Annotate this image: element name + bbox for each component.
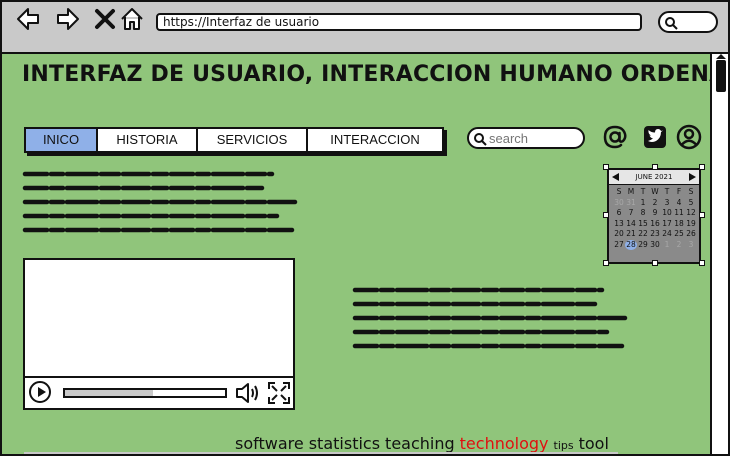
browser-toolbar: https://Interfaz de usuario	[2, 2, 728, 54]
calendar-month-label: JUNE 2021	[635, 173, 673, 181]
tag-link[interactable]: technology	[460, 434, 549, 453]
scroll-thumb[interactable]	[716, 60, 726, 92]
horizontal-scrollbar[interactable]	[24, 452, 618, 454]
back-arrow-icon[interactable]	[16, 6, 40, 32]
selection-handle	[652, 260, 658, 266]
tab-inicio[interactable]: INICO	[26, 129, 98, 151]
calendar-day[interactable]: 14	[625, 219, 637, 230]
tag-link[interactable]: tips	[554, 439, 574, 452]
calendar-day[interactable]: 6	[613, 208, 625, 219]
calendar-day[interactable]: 3	[685, 240, 697, 251]
page-title: INTERFAZ DE USUARIO, INTERACCION HUMANO …	[22, 62, 710, 87]
home-icon[interactable]	[120, 6, 144, 32]
calendar-day[interactable]: 21	[625, 229, 637, 240]
video-controls	[25, 376, 293, 408]
user-profile-icon[interactable]	[676, 124, 702, 150]
forward-arrow-icon[interactable]	[56, 6, 80, 32]
video-progress-bar[interactable]	[63, 388, 227, 398]
calendar-day[interactable]: 30	[649, 240, 661, 251]
tag-link[interactable]: teaching	[385, 434, 455, 453]
at-sign-icon[interactable]	[602, 124, 628, 150]
text-block-right	[352, 287, 630, 349]
video-player[interactable]	[23, 258, 295, 410]
selection-handle	[603, 260, 609, 266]
tag-link[interactable]: software	[235, 434, 304, 453]
calendar-weekday: M	[627, 187, 635, 196]
vertical-scrollbar[interactable]	[710, 54, 728, 454]
calendar-prev-icon[interactable]	[612, 173, 619, 181]
calendar-day[interactable]: 3	[661, 198, 673, 209]
main-nav: INICO HISTORIA SERVICIOS INTERACCION	[24, 127, 444, 153]
search-icon	[474, 133, 487, 146]
tag-link[interactable]: tool	[579, 434, 609, 453]
calendar-header: JUNE 2021	[609, 170, 699, 185]
calendar-day[interactable]: 10	[661, 208, 673, 219]
calendar-day[interactable]: 2	[649, 198, 661, 209]
volume-icon[interactable]	[235, 382, 261, 404]
selection-handle	[603, 212, 609, 218]
url-bar[interactable]: https://Interfaz de usuario	[156, 13, 642, 31]
search-input[interactable]	[489, 130, 577, 146]
calendar-day[interactable]: 20	[613, 229, 625, 240]
selection-handle	[699, 164, 705, 170]
twitter-icon[interactable]	[642, 124, 668, 150]
calendar-weekday: F	[676, 187, 682, 196]
close-icon[interactable]	[93, 6, 117, 32]
calendar-day[interactable]: 26	[685, 229, 697, 240]
calendar-day[interactable]: 27	[613, 240, 625, 251]
calendar-day[interactable]: 2	[673, 240, 685, 251]
calendar-day[interactable]: 19	[685, 219, 697, 230]
calendar-day[interactable]: 23	[649, 229, 661, 240]
calendar-widget[interactable]: JUNE 2021 S M T W T F S 30 31 1 2 3 4 5 6 7 8 9 10 11 12 13 14…	[607, 168, 701, 264]
calendar-day[interactable]: 15	[637, 219, 649, 230]
calendar-weekday: W	[651, 187, 659, 196]
scroll-up-arrow-icon[interactable]	[716, 54, 726, 59]
calendar-grid: S M T W T F S 30 31 1 2 3 4 5 6 7 8 9 10 11 12 13 14 15 16 17 18 19…	[613, 187, 697, 250]
calendar-day[interactable]: 29	[637, 240, 649, 251]
calendar-day[interactable]: 13	[613, 219, 625, 230]
search-box[interactable]	[467, 127, 585, 149]
calendar-day[interactable]: 17	[661, 219, 673, 230]
tab-interaccion[interactable]: INTERACCION	[308, 129, 442, 151]
calendar-day[interactable]: 31	[625, 198, 637, 209]
calendar-day[interactable]: 4	[673, 198, 685, 209]
calendar-weekday: T	[664, 187, 670, 196]
calendar-next-icon[interactable]	[689, 173, 696, 181]
calendar-day[interactable]: 24	[661, 229, 673, 240]
selection-handle	[699, 260, 705, 266]
tab-servicios[interactable]: SERVICIOS	[198, 129, 308, 151]
page-content: INTERFAZ DE USUARIO, INTERACCION HUMANO …	[2, 54, 710, 454]
calendar-day[interactable]: 25	[673, 229, 685, 240]
calendar-day[interactable]: 9	[649, 208, 661, 219]
calendar-day[interactable]: 28	[625, 239, 637, 250]
calendar-weekday: S	[616, 187, 622, 196]
browser-search-field[interactable]	[658, 11, 718, 33]
calendar-day[interactable]: 18	[673, 219, 685, 230]
selection-handle	[699, 212, 705, 218]
calendar-day[interactable]: 7	[625, 208, 637, 219]
calendar-day[interactable]: 30	[613, 198, 625, 209]
calendar-day[interactable]: 16	[649, 219, 661, 230]
calendar-day[interactable]: 12	[685, 208, 697, 219]
tag-link[interactable]: statistics	[309, 434, 380, 453]
search-icon	[665, 17, 678, 30]
browser-window: https://Interfaz de usuario INTERFAZ DE …	[0, 0, 730, 456]
calendar-day[interactable]: 5	[685, 198, 697, 209]
text-block-left	[22, 171, 300, 233]
fullscreen-icon[interactable]	[267, 381, 291, 405]
calendar-day[interactable]: 1	[661, 240, 673, 251]
play-icon[interactable]	[29, 381, 51, 403]
tab-historia[interactable]: HISTORIA	[98, 129, 198, 151]
calendar-weekday: T	[640, 187, 646, 196]
selection-handle	[652, 164, 658, 170]
video-progress-fill	[65, 390, 153, 396]
calendar-day[interactable]: 22	[637, 229, 649, 240]
calendar-weekday: S	[688, 187, 694, 196]
calendar-day[interactable]: 8	[637, 208, 649, 219]
tag-cloud: software statistics teaching technology tips…	[235, 434, 614, 453]
selection-handle	[603, 164, 609, 170]
calendar-day[interactable]: 11	[673, 208, 685, 219]
calendar-day[interactable]: 1	[637, 198, 649, 209]
